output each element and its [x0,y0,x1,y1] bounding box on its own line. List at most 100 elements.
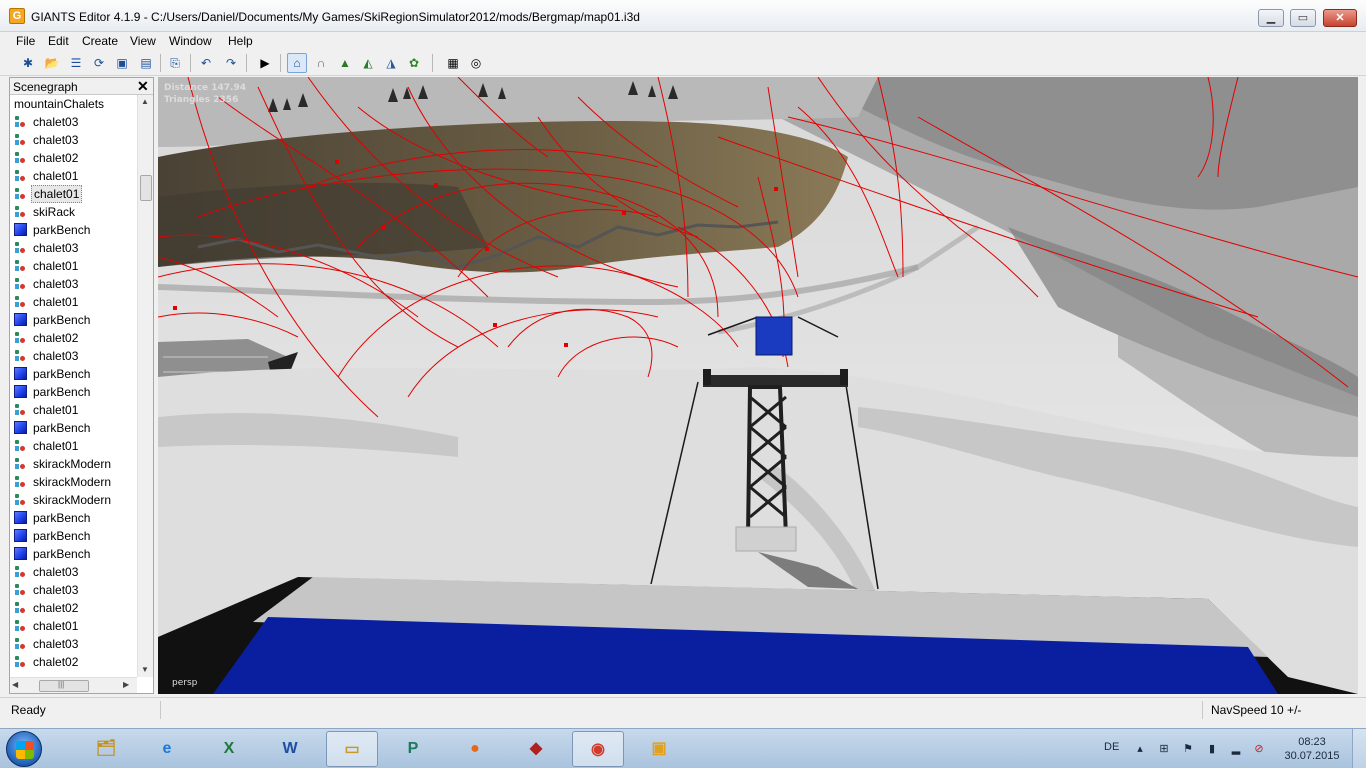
games-folder-icon[interactable]: 🗂 [80,731,132,767]
language-indicator[interactable]: DE [1104,741,1119,753]
show-hidden-icons-icon[interactable]: ▴ [1133,742,1147,756]
racing-game-icon[interactable]: ◆ [510,731,562,767]
checker-settings-icon[interactable]: ◎ [466,53,486,73]
scrollbar-thumb[interactable] [140,175,152,201]
tree-item[interactable]: skirackModern [10,455,137,473]
scroll-left-icon[interactable]: ◀ [12,680,18,689]
chrome-icon[interactable]: ◉ [572,731,624,767]
play-icon[interactable]: ▶ [255,53,275,73]
checker-icon[interactable]: ▦ [443,53,463,73]
internet-explorer-icon[interactable]: e [141,731,193,767]
tree-item[interactable]: parkBench [10,365,137,383]
tree-item[interactable]: chalet03 [10,581,137,599]
status-text: Ready [11,703,46,717]
scroll-down-icon[interactable]: ▼ [141,665,149,674]
undo-icon[interactable]: ↶ [196,53,216,73]
tree-item[interactable]: chalet02 [10,329,137,347]
tree-item[interactable]: chalet01 [10,437,137,455]
terrain-smooth-icon[interactable]: ◭ [358,53,378,73]
start-button[interactable] [6,731,42,767]
show-desktop-button[interactable] [1352,729,1366,768]
tree-item[interactable]: chalet02 [10,149,137,167]
window-title: GIANTS Editor 4.1.9 - C:/Users/Daniel/Do… [31,10,640,24]
tree-item[interactable]: skirackModern [10,491,137,509]
tree-item[interactable]: chalet03 [10,239,137,257]
horizontal-scrollbar[interactable]: ◀ ||| ▶ [10,677,137,693]
tree-item[interactable]: parkBench [10,527,137,545]
shape-icon [14,565,27,578]
firefox-icon[interactable]: ● [449,731,501,767]
network-signal-icon[interactable]: ▂ [1229,742,1243,756]
reload-icon[interactable]: ⟳ [89,53,109,73]
redo-icon[interactable]: ↷ [221,53,241,73]
open-icon[interactable]: 📂 [42,53,62,73]
tree-item[interactable]: chalet03 [10,635,137,653]
tree-item-label: parkBench [33,223,91,237]
menu-edit[interactable]: Edit [48,34,69,48]
magnet-icon[interactable]: ∩ [311,53,331,73]
publisher-icon[interactable]: P [387,731,439,767]
tree-item[interactable]: chalet03 [10,131,137,149]
title-bar: G GIANTS Editor 4.1.9 - C:/Users/Daniel/… [0,0,1366,32]
action-center-icon[interactable]: ⚑ [1181,742,1195,756]
menu-create[interactable]: Create [82,34,118,48]
word-icon[interactable]: W [264,731,316,767]
tree-item[interactable]: parkBench [10,311,137,329]
tree-item[interactable]: chalet03 [10,563,137,581]
tree-item[interactable]: parkBench [10,419,137,437]
import-icon[interactable]: ⎘ [165,53,185,73]
minimize-button[interactable]: ▁ [1258,9,1284,27]
windows-flag-icon[interactable]: ⊞ [1157,742,1171,756]
volume-muted-icon[interactable]: ⊘ [1252,742,1266,756]
system-clock[interactable]: 08:23 30.07.2015 [1282,735,1342,763]
tree-item[interactable]: chalet03 [10,113,137,131]
tree-item[interactable]: chalet02 [10,599,137,617]
menu-help[interactable]: Help [228,34,253,48]
tree-item[interactable]: chalet01 [10,617,137,635]
device-icon[interactable]: ▮ [1205,742,1219,756]
tree-item[interactable]: parkBench [10,221,137,239]
menu-file[interactable]: File [16,34,35,48]
tree-item[interactable]: chalet03 [10,347,137,365]
tree-item[interactable]: chalet01 [10,257,137,275]
scenegraph-close-icon[interactable]: ✕ [137,78,149,95]
tree-item[interactable]: skiRack [10,203,137,221]
menu-view[interactable]: View [130,34,156,48]
giants-app-icon[interactable]: G [9,8,25,24]
scenegraph-tree[interactable]: mountainChalets chalet03 chalet03 chalet02… [10,95,137,677]
save-as-icon[interactable]: ▤ [136,53,156,73]
tree-item[interactable]: parkBench [10,509,137,527]
3d-viewport[interactable]: Distance 147.94 Triangles 2356 persp [158,77,1358,694]
tree-item[interactable]: chalet01 [10,185,137,203]
script-icon[interactable]: ☰ [66,53,86,73]
shape-icon [14,331,27,344]
giants-editor-taskbar-icon[interactable]: ▣ [633,731,685,767]
save-icon[interactable]: ▣ [112,53,132,73]
toolbar-separator [190,54,191,72]
tree-item[interactable]: chalet01 [10,401,137,419]
tree-item[interactable]: parkBench [10,545,137,563]
terrain-paint-icon[interactable]: ◮ [381,53,401,73]
new-icon[interactable]: ✱ [18,53,38,73]
scroll-right-icon[interactable]: ▶ [123,680,129,689]
foliage-icon[interactable]: ✿ [404,53,424,73]
close-button[interactable]: ✕ [1323,9,1357,27]
maximize-button[interactable]: ▭ [1290,9,1316,27]
menu-window[interactable]: Window [169,34,212,48]
excel-icon[interactable]: X [203,731,255,767]
tree-item-label: chalet01 [33,439,79,453]
tree-root-node[interactable]: mountainChalets [10,95,137,113]
tree-item[interactable]: chalet02 [10,653,137,671]
scroll-up-icon[interactable]: ▲ [141,97,149,106]
tree-item[interactable]: skirackModern [10,473,137,491]
tree-item[interactable]: chalet01 [10,293,137,311]
vertical-scrollbar[interactable]: ▲ ▼ [137,95,153,677]
home-icon[interactable]: ⌂ [287,53,307,73]
terrain-raise-icon[interactable]: ▲ [335,53,355,73]
tree-item[interactable]: chalet01 [10,167,137,185]
tree-item[interactable]: parkBench [10,383,137,401]
horizontal-scrollbar-thumb[interactable]: ||| [39,680,89,692]
tree-item[interactable]: chalet03 [10,275,137,293]
file-explorer-icon[interactable]: ▭ [326,731,378,767]
shape-icon [14,259,27,272]
